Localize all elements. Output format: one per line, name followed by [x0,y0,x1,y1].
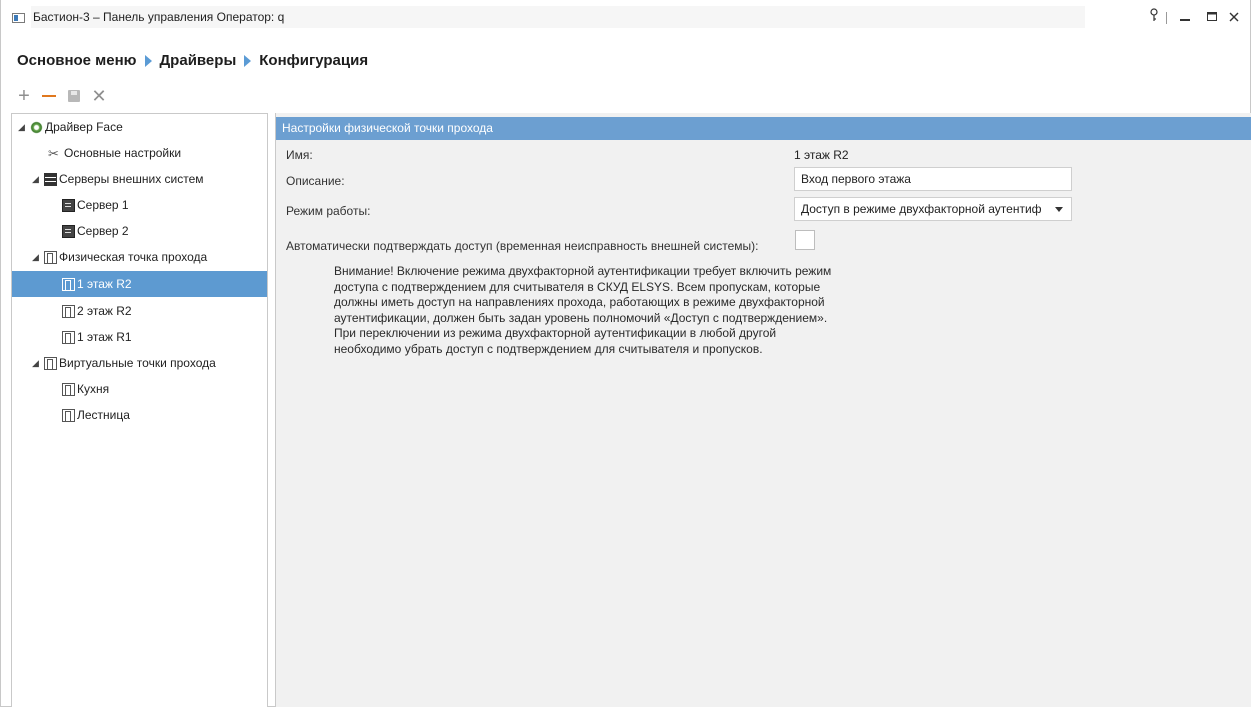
breadcrumb-item-configuration[interactable]: Конфигурация [259,52,368,69]
auto-confirm-label: Автоматически подтверждать доступ (време… [286,239,759,253]
tree-item-label: 2 этаж R2 [77,304,132,318]
title-separator [1166,12,1167,24]
tree-item-label: Физическая точка прохода [59,250,208,264]
server-icon [62,224,75,238]
tree-item-label: Кухня [77,382,110,396]
tree-item-external-servers[interactable]: ◢ Серверы внешних систем [12,166,267,192]
description-label: Описание: [286,174,345,188]
tree-item-label: 1 этаж R1 [77,330,132,344]
description-field[interactable]: Вход первого этажа [794,167,1072,191]
door-icon [44,250,57,264]
expand-icon[interactable]: ◢ [32,252,44,263]
door-icon [62,277,75,291]
notice-line: должны иметь доступ на направлениях прох… [334,295,825,309]
maximize-button[interactable] [1202,8,1222,26]
notice-line: Внимание! Включение режима двухфакторной… [334,264,832,278]
auto-confirm-checkbox[interactable] [795,230,815,250]
panel-header: Настройки физической точки прохода [276,117,1251,140]
app-window: Бастион-3 – Панель управления Оператор: … [0,0,1251,707]
tree-item-label: Основные настройки [64,146,182,160]
expand-icon[interactable]: ◢ [18,122,30,133]
tree-item-label: Виртуальные точки прохода [59,356,216,370]
gear-icon [30,120,43,134]
chevron-right-icon [144,54,152,67]
mode-select[interactable]: Доступ в режиме двухфакторной аутентиф [794,197,1072,221]
tree-item-physical-points[interactable]: ◢ Физическая точка прохода [12,244,267,270]
tree-item-floor2-r2[interactable]: 2 этаж R2 [12,298,267,324]
chevron-down-icon [1055,207,1063,212]
tree-item-label: Серверы внешних систем [59,172,204,186]
delete-button[interactable]: ✕ [88,86,110,106]
app-icon [12,13,25,23]
save-icon [68,90,80,102]
notice-line: аутентификации, должен быть задан уровен… [334,310,828,325]
door-icon [62,304,75,318]
plus-icon: + [18,85,30,107]
tree-item-server-1[interactable]: Сервер 1 [12,192,267,218]
notice-line: доступа с подтверждением для считывателя… [334,279,821,294]
notice-line: необходимо убрать доступ с подтверждение… [334,341,763,356]
key-icon[interactable] [1144,8,1164,26]
close-window-button[interactable] [1224,8,1244,26]
tree-item-virtual-points[interactable]: ◢ Виртуальные точки прохода [12,350,267,376]
mode-label: Режим работы: [286,204,371,218]
breadcrumb-item-drivers[interactable]: Драйверы [160,52,237,69]
breadcrumb-item-main-menu[interactable]: Основное меню [17,52,137,69]
door-icon [62,382,75,396]
expand-icon[interactable]: ◢ [32,358,44,369]
tree-item-floor1-r1[interactable]: 1 этаж R1 [12,324,267,350]
server-icon [62,198,75,212]
tree-item-kitchen[interactable]: Кухня [12,376,267,402]
settings-panel: Настройки физической точки прохода Имя: … [275,113,1251,707]
minimize-button[interactable] [1175,8,1195,26]
tree-item-stairs[interactable]: Лестница [12,402,267,428]
tree-item-label: Сервер 2 [77,224,129,238]
expand-icon[interactable]: ◢ [32,174,44,185]
close-icon: ✕ [91,86,107,106]
save-button[interactable] [63,86,85,106]
add-button[interactable]: + [13,86,35,106]
door-icon [62,408,75,422]
toolbar: + ✕ [13,86,113,106]
servers-icon [44,172,57,186]
tree-item-label: Драйвер Face [45,120,123,134]
tree-item-main-settings[interactable]: ✂ Основные настройки [12,140,267,166]
chevron-right-icon [244,54,252,67]
tree-panel: ◢ Драйвер Face ✂ Основные настройки ◢ Се… [11,113,268,707]
notice-line: При переключении из режима двухфакторной… [334,326,777,340]
breadcrumb: Основное меню Драйверы Конфигурация [17,52,368,69]
tools-icon: ✂ [48,145,59,161]
mode-select-value: Доступ в режиме двухфакторной аутентиф [801,202,1042,216]
title-bar: Бастион-3 – Панель управления Оператор: … [1,0,1250,34]
minus-icon [42,95,56,97]
remove-button[interactable] [38,86,60,106]
notice-text: Внимание! Включение режима двухфакторной… [334,264,874,357]
window-title: Бастион-3 – Панель управления Оператор: … [33,10,285,24]
tree-item-label: Лестница [77,408,130,422]
tree-item-driver-face[interactable]: ◢ Драйвер Face [12,114,267,140]
door-icon [62,330,75,344]
tree-item-server-2[interactable]: Сервер 2 [12,218,267,244]
tree-item-floor1-r2[interactable]: 1 этаж R2 [12,271,267,297]
name-label: Имя: [286,148,313,162]
tree-item-label: 1 этаж R2 [77,277,132,291]
tree-item-label: Сервер 1 [77,198,129,212]
door-icon [44,356,57,370]
name-value: 1 этаж R2 [794,148,849,162]
